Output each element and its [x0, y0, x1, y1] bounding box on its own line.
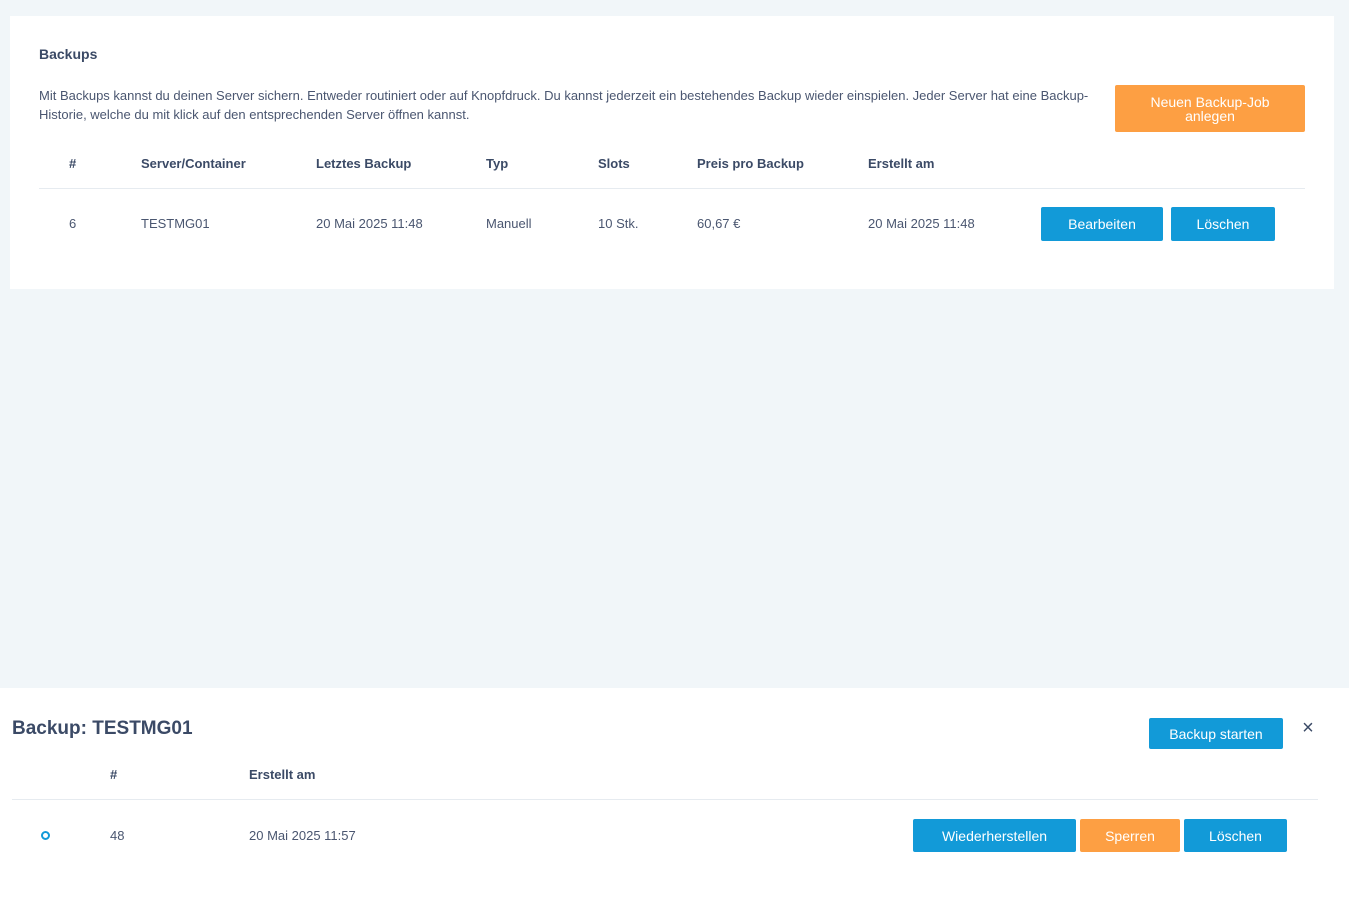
cell-created: 20 Mai 2025 11:48	[868, 216, 975, 231]
history-delete-button[interactable]: Löschen	[1184, 819, 1287, 852]
history-cell-id: 48	[110, 828, 125, 843]
history-cell-created: 20 Mai 2025 11:57	[249, 828, 356, 843]
cell-price: 60,67 €	[697, 216, 741, 231]
column-header-slots: Slots	[598, 156, 630, 171]
restore-button[interactable]: Wiederherstellen	[913, 819, 1076, 852]
cell-id: 6	[69, 216, 77, 231]
column-header-id: #	[69, 156, 77, 171]
new-backup-job-button[interactable]: Neuen Backup-Job anlegen	[1115, 85, 1305, 132]
history-column-header-id: #	[110, 767, 118, 782]
column-header-server: Server/Container	[141, 156, 246, 171]
cell-server: TESTMG01	[141, 216, 210, 231]
column-header-price: Preis pro Backup	[697, 156, 804, 171]
panel-title: Backup: TESTMG01	[12, 718, 193, 739]
cell-last-backup: 20 Mai 2025 11:48	[316, 216, 423, 231]
delete-button[interactable]: Löschen	[1171, 207, 1275, 241]
column-header-last-backup: Letztes Backup	[316, 156, 412, 171]
cell-type: Manuell	[486, 216, 532, 231]
table-header-divider	[39, 188, 1305, 189]
status-dot-icon	[41, 831, 50, 840]
backups-card: Backups Mit Backups kannst du deinen Ser…	[10, 16, 1334, 289]
start-backup-button[interactable]: Backup starten	[1149, 718, 1283, 749]
edit-button[interactable]: Bearbeiten	[1041, 207, 1163, 241]
card-description: Mit Backups kannst du deinen Server sich…	[39, 88, 1089, 122]
card-title: Backups	[39, 46, 98, 62]
close-icon[interactable]: ×	[1298, 718, 1318, 738]
cell-slots: 10 Stk.	[598, 216, 639, 231]
backup-history-panel: Backup: TESTMG01 Backup starten × # Erst…	[0, 688, 1349, 915]
column-header-created: Erstellt am	[868, 156, 935, 171]
column-header-type: Typ	[486, 156, 509, 171]
lock-button[interactable]: Sperren	[1080, 819, 1180, 852]
history-header-divider	[12, 799, 1318, 800]
history-column-header-created: Erstellt am	[249, 767, 316, 782]
